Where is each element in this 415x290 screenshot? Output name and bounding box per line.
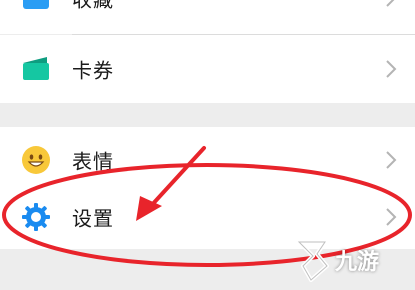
emoji-smiley-icon: [21, 145, 51, 175]
menu-item-favorites[interactable]: 收藏: [0, 0, 415, 34]
menu-item-label: 卡券: [72, 58, 114, 83]
jiuyou-logo-icon: [297, 240, 329, 282]
menu-item-emoji[interactable]: 表情: [0, 127, 415, 193]
favorites-icon: [21, 0, 51, 13]
watermark: 九游: [291, 234, 409, 284]
menu-item-label: 设置: [72, 206, 114, 231]
settings-gear-icon: [21, 202, 51, 232]
watermark-text: 九游: [335, 250, 380, 275]
chevron-right-icon: [386, 0, 395, 7]
menu-item-label: 表情: [72, 149, 114, 174]
menu-item-label: 收藏: [72, 0, 114, 13]
chevron-right-icon: [386, 151, 397, 169]
chevron-right-icon: [386, 208, 397, 226]
menu-item-card-coupon[interactable]: 卡券: [0, 35, 415, 103]
section-gap: [0, 103, 415, 127]
card-coupon-icon: [21, 54, 51, 84]
chevron-right-icon: [386, 60, 397, 78]
